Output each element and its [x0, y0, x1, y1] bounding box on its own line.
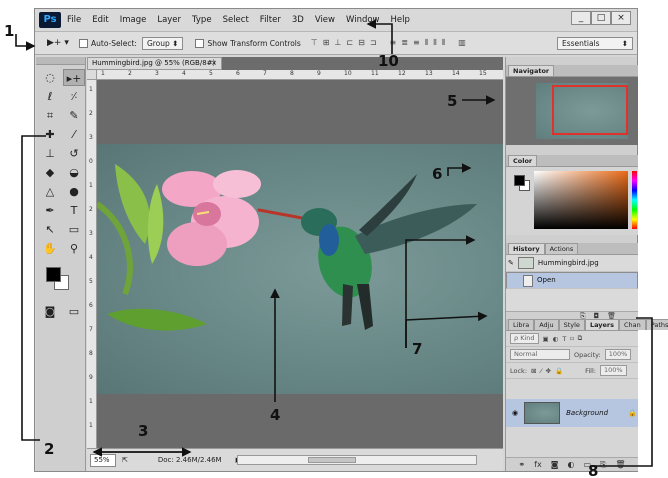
annotation-label-3: 3 — [138, 422, 149, 440]
annotation-label-1: 1 — [4, 22, 15, 40]
annotation-7-arrow-a — [405, 235, 476, 348]
annotation-label-8: 8 — [588, 462, 599, 478]
screenshot-root: Ps File Edit Image Layer Type Select Fil… — [0, 0, 668, 478]
annotation-6-arrow — [447, 163, 472, 176]
annotation-overlay — [15, 19, 653, 467]
annotation-label-4: 4 — [270, 406, 281, 424]
annotation-label-6: 6 — [432, 165, 443, 183]
annotation-label-7: 7 — [412, 340, 423, 358]
annotation-10-arrow — [366, 19, 393, 54]
annotation-2-bracket — [21, 135, 46, 441]
annotation-label-5: 5 — [447, 92, 458, 110]
annotation-label-10: 10 — [378, 52, 399, 70]
annotation-8-bracket — [590, 317, 653, 467]
annotation-label-2: 2 — [44, 440, 55, 458]
annotation-1-arrow — [15, 34, 36, 51]
